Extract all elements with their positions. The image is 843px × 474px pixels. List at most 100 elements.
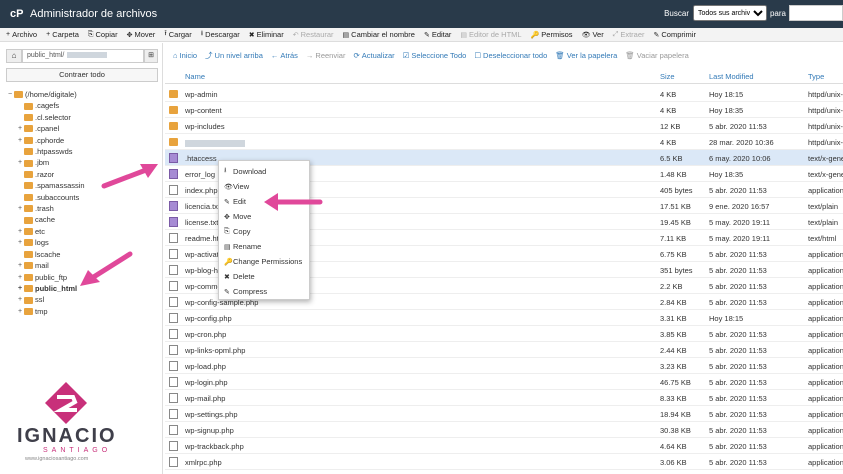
- tree-item-trash[interactable]: + .trash: [8, 203, 158, 214]
- file-name[interactable]: wp-config.php: [185, 314, 385, 323]
- table-row[interactable]: wp-includes 12 KB 5 abr. 2020 11:53 httpd/u…: [165, 118, 843, 134]
- tree-item-cphorde[interactable]: + .cphorde: [8, 135, 158, 146]
- nav-button-label: Ver la papelera: [566, 50, 618, 60]
- nav-actualizar-button[interactable]: ⟳ Actualizar: [353, 51, 394, 60]
- tree-item-cpanel[interactable]: + .cpanel: [8, 123, 158, 134]
- file-name[interactable]: wp-mail.php: [185, 394, 385, 403]
- file-type: application/: [808, 442, 843, 451]
- toolbar-cargar-button[interactable]: ⭱ Cargar: [164, 29, 191, 40]
- toolbar-editor-de-html-button[interactable]: ▤ Editor de HTML: [460, 30, 521, 39]
- tree-item-subaccounts[interactable]: .subaccounts: [8, 192, 158, 203]
- home-icon[interactable]: ⌂: [6, 49, 22, 63]
- toolbar-eliminar-button[interactable]: ✖ Eliminar: [249, 30, 284, 39]
- context-menu-change-permissions[interactable]: 🔑 Change Permissions: [219, 254, 309, 269]
- toolbar-cambiar-el-nombre-button[interactable]: ▤ Cambiar el nombre: [343, 30, 415, 39]
- file-name[interactable]: wp-admin: [185, 90, 385, 99]
- file-name[interactable]: wp-settings.php: [185, 410, 385, 419]
- nav-inicio-button[interactable]: ⌂ Inicio: [173, 51, 197, 60]
- toolbar-mover-button[interactable]: ✥ Mover: [127, 30, 156, 39]
- toolbar-restaurar-button[interactable]: ↶ Restaurar: [293, 30, 334, 39]
- file-name[interactable]: wp-includes: [185, 122, 385, 131]
- collapse-all-button[interactable]: Contraer todo: [6, 68, 158, 82]
- context-menu-label: Copy: [233, 227, 251, 236]
- table-row[interactable]: 4 KB 28 mar. 2020 10:36 httpd/unix-d: [165, 134, 843, 150]
- table-row[interactable]: wp-trackback.php 4.64 KB 5 abr. 2020 11:53…: [165, 438, 843, 454]
- table-row[interactable]: wp-config.php 3.31 KB Hoy 18:15 application…: [165, 310, 843, 326]
- context-menu-delete[interactable]: ✖ Delete: [219, 269, 309, 284]
- table-row[interactable]: wp-cron.php 3.85 KB 5 abr. 2020 11:53 appli…: [165, 326, 843, 342]
- context-menu-compress[interactable]: ✎ Compress: [219, 284, 309, 299]
- tree-item-ssl[interactable]: + ssl: [8, 294, 158, 305]
- file-name[interactable]: xmlrpc.php: [185, 458, 385, 467]
- file-type: text/x-gene: [808, 154, 843, 163]
- toolbar-archivo-button[interactable]: + Archivo: [6, 30, 37, 39]
- toolbar-comprimir-button[interactable]: ✎ Comprimir: [654, 30, 696, 39]
- go-icon[interactable]: ⊞: [144, 49, 158, 63]
- toolbar-copiar-button[interactable]: ⎘ Copiar: [88, 30, 118, 39]
- context-menu-copy[interactable]: ⎘ Copy: [219, 224, 309, 239]
- file-modified: Hoy 18:35: [709, 106, 744, 115]
- tree-item-tmp[interactable]: + tmp: [8, 306, 158, 317]
- toolbar-ver-button[interactable]: 👁 Ver: [582, 30, 604, 39]
- tree-item-etc[interactable]: + etc: [8, 226, 158, 237]
- table-row[interactable]: wp-signup.php 30.38 KB 5 abr. 2020 11:53 ap…: [165, 422, 843, 438]
- file-name[interactable]: wp-cron.php: [185, 330, 385, 339]
- file-name[interactable]: wp-links-opml.php: [185, 346, 385, 355]
- nav-un-nivel-arriba-button[interactable]: ⤴ Un nivel arriba: [205, 50, 263, 61]
- search-scope-select[interactable]: Todos sus archivos: [692, 5, 767, 21]
- toolbar-extraer-button[interactable]: ⤢ Extraer: [613, 30, 645, 39]
- tree-item-home-digitale[interactable]: − (/home/digitale): [8, 89, 158, 100]
- context-menu-download[interactable]: ⭳ Download: [219, 164, 309, 179]
- table-row[interactable]: wp-content 4 KB Hoy 18:35 httpd/unix-d: [165, 102, 843, 118]
- file-name[interactable]: wp-login.php: [185, 378, 385, 387]
- tree-item-cache[interactable]: cache: [8, 214, 158, 225]
- file-icon: [169, 281, 178, 291]
- change-permissions-icon: 🔑: [224, 258, 233, 266]
- col-type-header[interactable]: Type: [808, 72, 824, 81]
- search-input[interactable]: [789, 5, 843, 21]
- nav-reenviar-button[interactable]: → Reenviar: [306, 51, 346, 60]
- ver-la-papelera-icon: 🗑: [555, 50, 565, 60]
- nav-ver-la-papelera-button[interactable]: 🗑 Ver la papelera: [555, 51, 617, 60]
- table-row[interactable]: wp-admin 4 KB Hoy 18:15 httpd/unix-d: [165, 86, 843, 102]
- tree-item-logs[interactable]: + logs: [8, 237, 158, 248]
- table-row[interactable]: wp-login.php 46.75 KB 5 abr. 2020 11:53 app…: [165, 374, 843, 390]
- file-name[interactable]: [185, 138, 385, 147]
- toolbar-carpeta-button[interactable]: + Carpeta: [46, 30, 79, 39]
- toolbar-editar-button[interactable]: ✎ Editar: [424, 30, 451, 39]
- arrow-to-htaccess-icon: [101, 164, 158, 189]
- file-name[interactable]: wp-trackback.php: [185, 442, 385, 451]
- nav-vaciar-papelera-button[interactable]: 🗑 Vaciar papelera: [625, 51, 689, 60]
- col-name-header[interactable]: Name: [185, 72, 205, 81]
- toolbar-descargar-button[interactable]: ⭳ Descargar: [201, 29, 240, 40]
- file-name[interactable]: wp-load.php: [185, 362, 385, 371]
- tree-item-label: .subaccounts: [35, 192, 80, 202]
- tree-item-cagefs[interactable]: .cagefs: [8, 100, 158, 111]
- file-modified: 6 may. 2020 10:06: [709, 154, 771, 163]
- toolbar-permisos-button[interactable]: 🔑 Permisos: [531, 30, 573, 39]
- table-row[interactable]: wp-mail.php 8.33 KB 5 abr. 2020 11:53 appli…: [165, 390, 843, 406]
- nav-atr-s-button[interactable]: ← Atrás: [271, 51, 298, 60]
- table-row[interactable]: xmlrpc.php 3.06 KB 5 abr. 2020 11:53 applic…: [165, 454, 843, 470]
- tree-item-htpasswds[interactable]: .htpasswds: [8, 146, 158, 157]
- watermark-name: IGNACIO: [17, 425, 117, 447]
- tree-item-cl-selector[interactable]: .cl.selector: [8, 112, 158, 123]
- eliminar-icon: ✖: [248, 31, 255, 39]
- col-size-header[interactable]: Size: [660, 72, 675, 81]
- rename-icon: ▤: [224, 243, 231, 251]
- table-row[interactable]: wp-links-opml.php 2.44 KB 5 abr. 2020 11:5…: [165, 342, 843, 358]
- un-nivel-arriba-icon: ⤴: [205, 50, 213, 60]
- file-name[interactable]: wp-content: [185, 106, 385, 115]
- toolbar-button-label: Ver: [592, 30, 604, 39]
- file-size: 3.23 KB: [660, 362, 687, 371]
- nav-deseleccionar-todo-button[interactable]: ☐ Deseleccionar todo: [474, 51, 547, 60]
- tree-item-label: .cl.selector: [35, 112, 71, 122]
- nav-seleccione-todo-button[interactable]: ☑ Seleccione Todo: [403, 51, 467, 60]
- col-modified-header[interactable]: Last Modified: [709, 72, 754, 81]
- context-menu-rename[interactable]: ▤ Rename: [219, 239, 309, 254]
- table-row[interactable]: wp-load.php 3.23 KB 5 abr. 2020 11:53 appli…: [165, 358, 843, 374]
- file-name[interactable]: wp-signup.php: [185, 426, 385, 435]
- table-row[interactable]: wp-settings.php 18.94 KB 5 abr. 2020 11:53…: [165, 406, 843, 422]
- file-type: application/: [808, 458, 843, 467]
- path-input[interactable]: public_html/: [22, 49, 144, 63]
